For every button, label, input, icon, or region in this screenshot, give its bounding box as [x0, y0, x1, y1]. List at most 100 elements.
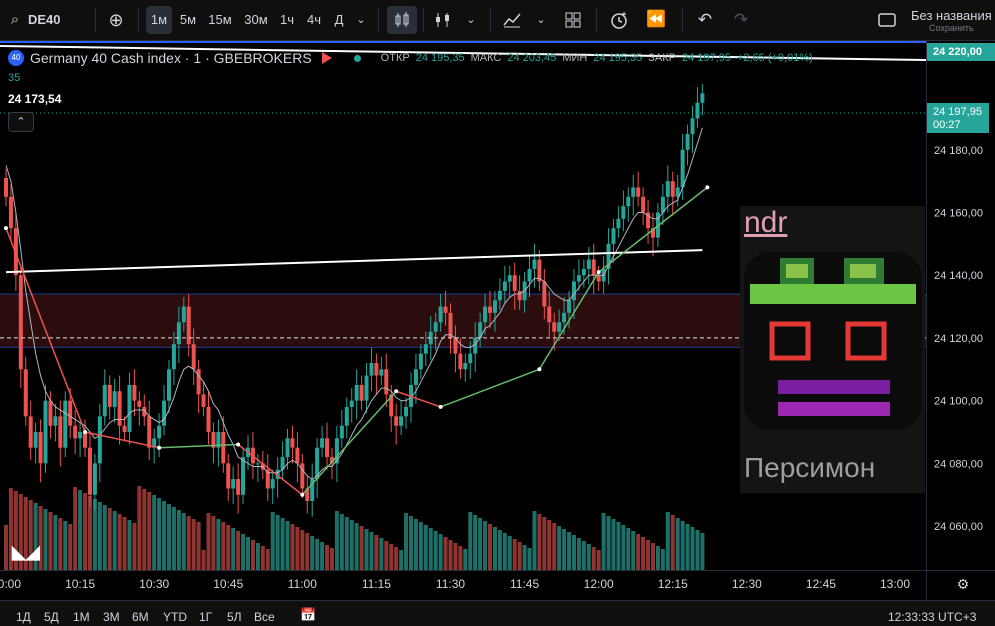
indicators-icon[interactable]	[430, 6, 456, 34]
candle-body	[369, 363, 374, 376]
interval-1d[interactable]: Д	[330, 6, 348, 34]
interval-15m[interactable]: 15м	[205, 6, 235, 34]
volume-bar	[102, 505, 107, 570]
volume-bar	[507, 536, 512, 570]
range-5d[interactable]: 5Д	[44, 610, 59, 624]
volume-bar	[695, 530, 700, 570]
candle-body	[438, 306, 443, 323]
candle-body	[497, 290, 502, 301]
volume-bar	[562, 529, 567, 570]
candle-body	[591, 259, 596, 276]
layout-grid-icon[interactable]	[560, 6, 586, 34]
replay-icon[interactable]: ⏪	[642, 6, 670, 34]
clock[interactable]: 12:33:33 UTC+3	[888, 610, 976, 624]
volume-bar	[537, 514, 542, 570]
volume-bar	[142, 489, 147, 570]
volume-bar	[522, 545, 527, 570]
chevron-down-icon[interactable]: ⌄	[462, 6, 480, 34]
volume-bar	[226, 525, 231, 570]
zigzag-point	[4, 226, 8, 231]
divider	[682, 8, 683, 32]
range-1m[interactable]: 1М	[73, 610, 90, 624]
collapse-legend-button[interactable]: ⌃	[8, 112, 34, 132]
volume-bar	[394, 547, 399, 570]
interval-1m[interactable]: 1м	[146, 6, 172, 34]
candle-body	[468, 353, 473, 364]
zigzag-point	[537, 367, 542, 372]
flag-icon[interactable]	[321, 52, 332, 64]
candle-body	[137, 400, 142, 407]
zigzag-segment	[159, 443, 239, 449]
add-symbol-icon[interactable]: ⊕	[104, 6, 128, 34]
zigzag-point	[394, 389, 399, 394]
time-tick-label: 12:15	[658, 577, 688, 591]
volume-bar	[270, 512, 275, 570]
candle-body	[483, 306, 488, 323]
range-5y[interactable]: 5Л	[227, 610, 242, 624]
alert-clock-icon[interactable]	[605, 6, 633, 34]
candle-body	[186, 306, 191, 345]
interval-1h[interactable]: 1ч	[276, 6, 298, 34]
undo-icon[interactable]: ↶	[692, 6, 718, 34]
layout-box-icon[interactable]	[876, 6, 898, 34]
candle-body	[611, 228, 616, 244]
candle-body	[117, 391, 122, 426]
candle-body	[359, 384, 364, 401]
symbol-search[interactable]: DE40	[28, 6, 61, 34]
volume-bar	[680, 521, 685, 570]
interval-5m[interactable]: 5м	[176, 6, 200, 34]
time-tick-label: 10:45	[213, 577, 243, 591]
interval-30m[interactable]: 30м	[241, 6, 271, 34]
layout-name[interactable]: Без названия	[911, 8, 992, 23]
candle-body	[295, 447, 300, 464]
settings-gear-icon[interactable]: ⚙	[954, 576, 972, 594]
interval-4h[interactable]: 4ч	[303, 6, 325, 34]
chevron-down-icon[interactable]: ⌄	[352, 6, 370, 34]
candle-body	[685, 134, 690, 150]
volume-bar	[196, 522, 201, 570]
chart-legend: 40 Germany 40 Cash index · 1 · GBEBROKER…	[8, 50, 813, 132]
volume-bar	[255, 543, 260, 570]
range-all[interactable]: Все	[254, 610, 275, 624]
chevron-down-icon[interactable]: ⌄	[532, 6, 550, 34]
price-tick-label: 24 160,00	[934, 207, 983, 219]
volume-bar	[690, 527, 695, 570]
redo-icon[interactable]: ↷	[728, 6, 754, 34]
volume-bar	[221, 522, 226, 570]
time-tick-label: 11:00	[288, 577, 317, 591]
volume-bar	[73, 487, 78, 570]
instrument-title[interactable]: Germany 40 Cash index · 1 · GBEBROKERS	[30, 50, 312, 66]
chart-type-icon[interactable]	[498, 6, 526, 34]
range-1d[interactable]: 1Д	[16, 610, 31, 624]
volume-bar	[325, 545, 330, 570]
candle-body	[557, 322, 562, 332]
time-tick-label: 12:00	[584, 577, 614, 591]
current-price-badge[interactable]: 24 197,95 00:27	[927, 103, 989, 133]
zigzag-point	[438, 404, 443, 409]
high-value: 24 203,45	[507, 52, 557, 64]
save-link[interactable]: Сохранить	[929, 23, 974, 33]
high-label: МАКС	[470, 52, 502, 64]
volume-bar	[132, 523, 137, 570]
volume-bar	[557, 526, 562, 570]
volume-bar	[626, 528, 631, 570]
volume-bar	[4, 525, 8, 570]
volume-bar	[48, 512, 53, 570]
range-ytd[interactable]: YTD	[163, 610, 187, 624]
candle-body	[394, 416, 399, 426]
search-icon[interactable]: ⌕	[8, 6, 22, 34]
range-6m[interactable]: 6М	[132, 610, 149, 624]
price-tick-label: 24 180,00	[934, 145, 983, 157]
range-1y[interactable]: 1Г	[199, 610, 212, 624]
divider	[423, 8, 424, 32]
market-status-icon	[353, 54, 361, 62]
candle-body	[636, 187, 641, 197]
volume-bar	[265, 549, 270, 570]
candles-icon[interactable]	[387, 6, 417, 34]
candle-body	[320, 438, 325, 448]
calendar-icon[interactable]: 📅	[300, 607, 316, 623]
volume-bar	[369, 532, 374, 570]
volume-bar	[438, 534, 443, 570]
line-price-badge[interactable]: 24 220,00	[927, 43, 995, 61]
range-3m[interactable]: 3М	[103, 610, 120, 624]
